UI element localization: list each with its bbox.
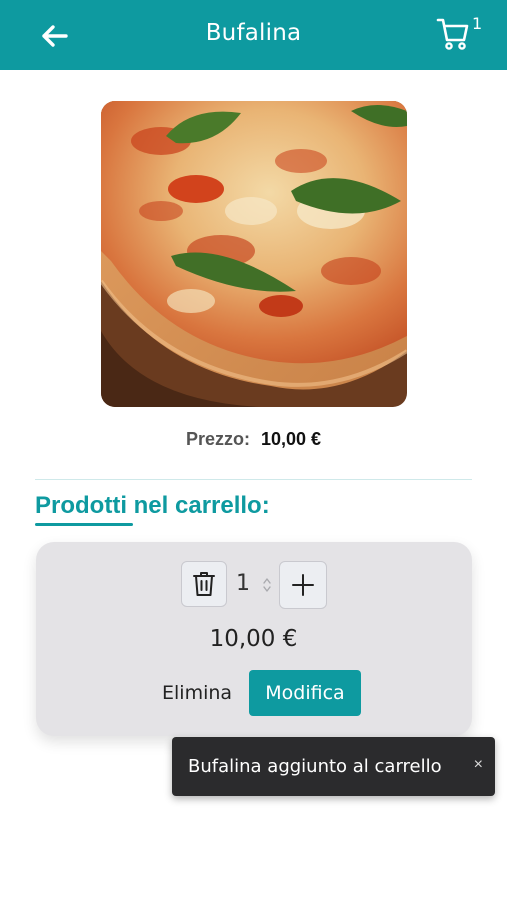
page-title: Bufalina	[205, 20, 302, 46]
quantity-stepper[interactable]	[262, 575, 272, 595]
item-line-total: 10,00 €	[209, 626, 298, 652]
quantity-value: 1	[236, 571, 250, 596]
edit-button[interactable]: Modifica	[249, 670, 361, 716]
section-title-underline	[35, 523, 133, 526]
price-value: 10,00 €	[260, 429, 322, 449]
remove-item-button[interactable]	[181, 561, 227, 607]
cart-count-badge: 1	[472, 14, 483, 33]
chevron-up-down-icon	[263, 578, 271, 592]
price-row: Prezzo: 10,00 €	[0, 429, 507, 450]
increase-quantity-button[interactable]	[279, 561, 327, 609]
divider	[35, 479, 472, 480]
cart-section-title: Prodotti nel carrello:	[35, 492, 270, 519]
shopping-cart-icon	[436, 18, 469, 50]
plus-icon	[292, 574, 314, 596]
price-label: Prezzo:	[185, 429, 250, 449]
trash-icon	[193, 572, 215, 596]
app-header: Bufalina 1	[0, 0, 507, 70]
toast-close-button[interactable]: ×	[474, 756, 483, 774]
toast-notification: Bufalina aggiunto al carrello ×	[172, 737, 495, 796]
delete-button[interactable]: Elimina	[162, 682, 232, 704]
toast-message: Bufalina aggiunto al carrello	[188, 756, 442, 777]
product-image	[101, 101, 407, 407]
